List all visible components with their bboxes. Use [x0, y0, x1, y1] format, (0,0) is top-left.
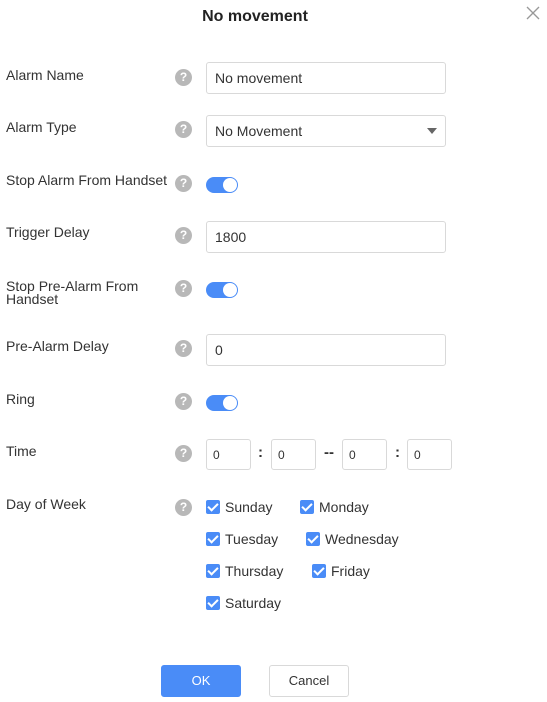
- checkbox-checked-icon: [300, 500, 314, 514]
- trigger-delay-label: Trigger Delay: [6, 224, 90, 240]
- checkbox-friday[interactable]: Friday: [312, 563, 370, 579]
- alarm-name-label: Alarm Name: [6, 67, 84, 83]
- checkbox-saturday[interactable]: Saturday: [206, 595, 281, 611]
- alarm-name-help-icon[interactable]: ?: [175, 69, 192, 86]
- alarm-type-select[interactable]: No Movement: [206, 115, 446, 147]
- alarm-name-input[interactable]: [206, 62, 446, 94]
- pre-alarm-delay-help-icon[interactable]: ?: [175, 340, 192, 357]
- alarm-type-help-icon[interactable]: ?: [175, 121, 192, 138]
- trigger-delay-input[interactable]: [206, 221, 446, 253]
- end-hour-input[interactable]: [342, 439, 387, 470]
- ring-label: Ring: [6, 391, 35, 407]
- time-label: Time: [6, 443, 37, 459]
- time-range-separator: --: [324, 444, 334, 461]
- pre-alarm-delay-label: Pre-Alarm Delay: [6, 338, 109, 354]
- stop-pre-alarm-from-handset-label: Stop Pre-Alarm From Handset: [6, 278, 139, 307]
- dialog-title: No movement: [202, 8, 308, 25]
- toggle-knob: [223, 178, 237, 192]
- time-help-icon[interactable]: ?: [175, 445, 192, 462]
- day-of-week-help-icon[interactable]: ?: [175, 499, 192, 516]
- stop-alarm-from-handset-toggle[interactable]: [206, 177, 238, 193]
- stop-pre-alarm-help-icon[interactable]: ?: [175, 280, 192, 297]
- checkbox-tuesday[interactable]: Tuesday: [206, 531, 278, 547]
- checkbox-label-tuesday: Tuesday: [225, 531, 279, 547]
- checkbox-checked-icon: [206, 564, 220, 578]
- checkbox-monday[interactable]: Monday: [300, 499, 369, 515]
- day-of-week-label: Day of Week: [6, 496, 86, 512]
- checkbox-checked-icon: [206, 500, 220, 514]
- alarm-type-selected-value: No Movement: [215, 123, 303, 139]
- end-time-colon: :: [395, 444, 400, 461]
- ok-button[interactable]: OK: [161, 665, 241, 697]
- trigger-delay-help-icon[interactable]: ?: [175, 227, 192, 244]
- checkbox-label-wednesday: Wednesday: [325, 531, 399, 547]
- checkbox-sunday[interactable]: Sunday: [206, 499, 272, 515]
- start-hour-input[interactable]: [206, 439, 251, 470]
- start-time-colon: :: [258, 444, 263, 461]
- stop-alarm-from-handset-label: Stop Alarm From Handset: [6, 172, 168, 188]
- checkbox-label-saturday: Saturday: [225, 595, 282, 611]
- checkbox-checked-icon: [312, 564, 326, 578]
- stop-alarm-help-icon[interactable]: ?: [175, 175, 192, 192]
- chevron-down-icon: [427, 128, 437, 134]
- checkbox-checked-icon: [206, 532, 220, 546]
- pre-alarm-delay-input[interactable]: [206, 334, 446, 366]
- toggle-knob: [223, 396, 237, 410]
- checkbox-label-sunday: Sunday: [225, 499, 273, 515]
- checkbox-thursday[interactable]: Thursday: [206, 563, 283, 579]
- checkbox-label-friday: Friday: [331, 563, 370, 579]
- start-minute-input[interactable]: [271, 439, 316, 470]
- checkbox-checked-icon: [306, 532, 320, 546]
- ring-help-icon[interactable]: ?: [175, 393, 192, 410]
- checkbox-wednesday[interactable]: Wednesday: [306, 531, 399, 547]
- close-icon[interactable]: [524, 4, 542, 22]
- stop-pre-alarm-from-handset-toggle[interactable]: [206, 282, 238, 298]
- checkbox-label-thursday: Thursday: [225, 563, 284, 579]
- checkbox-checked-icon: [206, 596, 220, 610]
- ring-toggle[interactable]: [206, 395, 238, 411]
- alarm-type-label: Alarm Type: [6, 119, 77, 135]
- checkbox-label-monday: Monday: [319, 499, 369, 515]
- end-minute-input[interactable]: [407, 439, 452, 470]
- toggle-knob: [223, 283, 237, 297]
- cancel-button[interactable]: Cancel: [269, 665, 349, 697]
